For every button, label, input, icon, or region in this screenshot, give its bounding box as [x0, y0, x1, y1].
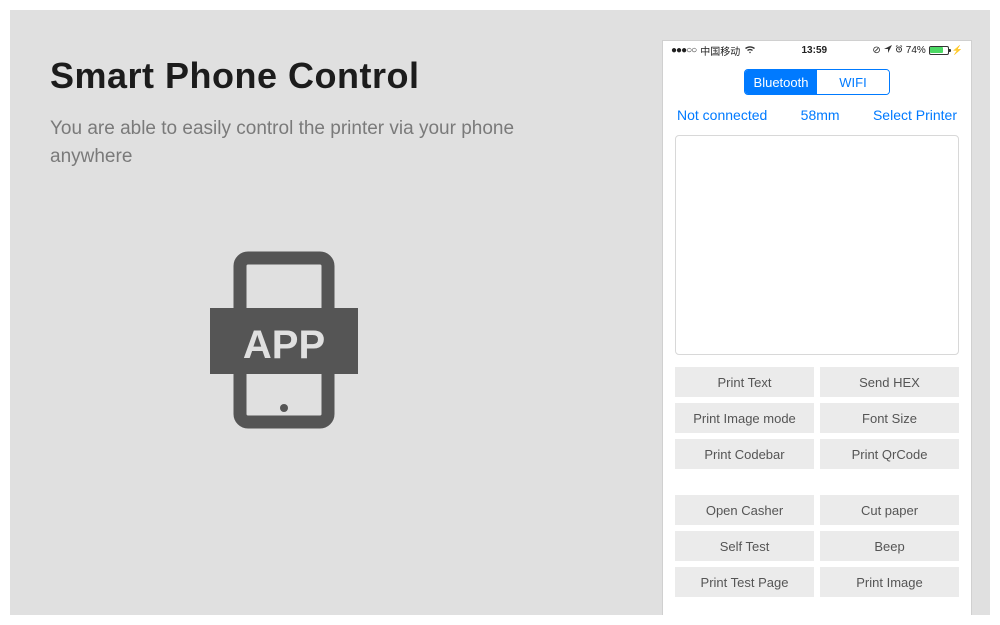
status-bar: ●●●○○ 中国移动 13:59 ⊘ 74% ⚡	[663, 41, 971, 59]
battery-icon	[929, 46, 949, 55]
alarm-icon	[895, 45, 903, 56]
select-printer-link[interactable]: Select Printer	[873, 107, 957, 123]
status-left: ●●●○○ 中国移动	[671, 43, 756, 58]
wifi-icon	[744, 45, 756, 56]
print-image-button[interactable]: Print Image	[820, 567, 959, 597]
signal-dots-icon: ●●●○○	[671, 45, 696, 56]
status-right: ⊘ 74% ⚡	[872, 45, 963, 56]
status-time: 13:59	[802, 45, 828, 56]
button-grid-2: Open Casher Cut paper Self Test Beep Pri…	[663, 481, 971, 609]
paper-width[interactable]: 58mm	[801, 107, 840, 123]
phone-screen: ●●●○○ 中国移动 13:59 ⊘ 74% ⚡	[662, 40, 972, 615]
location-icon	[884, 45, 892, 56]
battery-pct: 74%	[906, 45, 926, 56]
tab-wifi[interactable]: WIFI	[817, 70, 889, 94]
print-qrcode-button[interactable]: Print QrCode	[820, 439, 959, 469]
beep-button[interactable]: Beep	[820, 531, 959, 561]
button-grid-1: Print Text Send HEX Print Image mode Fon…	[663, 367, 971, 481]
page-subtitle: You are able to easily control the print…	[50, 115, 520, 170]
app-tablet-icon: APP	[200, 250, 370, 430]
connection-row: Not connected 58mm Select Printer	[663, 103, 971, 131]
print-text-button[interactable]: Print Text	[675, 367, 814, 397]
print-image-mode-button[interactable]: Print Image mode	[675, 403, 814, 433]
font-size-button[interactable]: Font Size	[820, 403, 959, 433]
self-test-button[interactable]: Self Test	[675, 531, 814, 561]
cut-paper-button[interactable]: Cut paper	[820, 495, 959, 525]
charging-icon: ⚡	[952, 45, 963, 56]
print-codebar-button[interactable]: Print Codebar	[675, 439, 814, 469]
open-casher-button[interactable]: Open Casher	[675, 495, 814, 525]
send-hex-button[interactable]: Send HEX	[820, 367, 959, 397]
preview-box[interactable]	[675, 135, 959, 355]
segmented-control: Bluetooth WIFI	[663, 59, 971, 103]
connection-status[interactable]: Not connected	[677, 107, 767, 123]
app-icon-wrap: APP	[50, 250, 662, 430]
app-label-text: APP	[243, 323, 325, 367]
main-frame: Smart Phone Control You are able to easi…	[10, 10, 990, 615]
orientation-lock-icon: ⊘	[872, 45, 880, 56]
tab-bluetooth[interactable]: Bluetooth	[745, 70, 817, 94]
print-test-page-button[interactable]: Print Test Page	[675, 567, 814, 597]
left-column: Smart Phone Control You are able to easi…	[50, 40, 662, 615]
page-title: Smart Phone Control	[50, 55, 662, 97]
carrier-label: 中国移动	[700, 43, 740, 58]
